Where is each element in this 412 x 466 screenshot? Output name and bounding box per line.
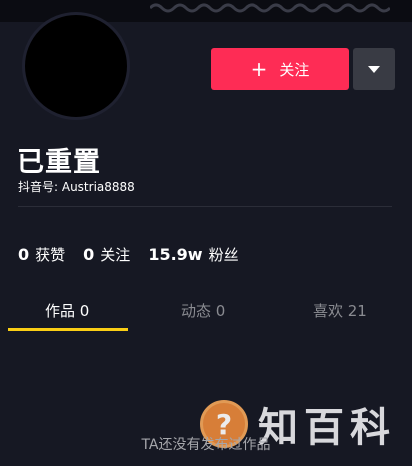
follow-button-label: 关注 [279,60,310,79]
divider [18,206,392,207]
profile-stats: 0 获赞 0 关注 15.9w 粉丝 [18,244,257,265]
stat-likes-label: 获赞 [35,246,66,264]
active-tab-indicator [8,328,128,331]
stat-followers-label: 粉丝 [208,246,239,264]
douyin-id: 抖音号: Austria8888 [18,180,135,194]
stat-following-label: 关注 [100,246,131,264]
profile-nickname: 已重置 [17,147,101,178]
stat-likes: 0 获赞 [18,244,65,265]
caret-down-icon [368,65,380,73]
profile-tabs: 作品 0 动态 0 喜欢 21 [0,296,412,332]
stat-followers[interactable]: 15.9w 粉丝 [148,244,238,265]
stat-followers-count: 15.9w [148,245,203,264]
stat-likes-count: 0 [18,245,30,264]
tab-likes[interactable]: 喜欢 21 [313,300,367,321]
more-options-button[interactable] [353,48,395,90]
obscured-text-scribble [150,3,390,13]
stat-following-count: 0 [83,245,95,264]
avatar[interactable] [22,12,130,120]
follow-button[interactable]: + 关注 [211,48,349,90]
empty-works-message: TA还没有发布过作品 [141,437,271,453]
stat-following[interactable]: 0 关注 [83,244,130,265]
tab-dynamics[interactable]: 动态 0 [181,300,225,321]
plus-icon: + [250,57,268,81]
tab-works[interactable]: 作品 0 [45,300,89,321]
